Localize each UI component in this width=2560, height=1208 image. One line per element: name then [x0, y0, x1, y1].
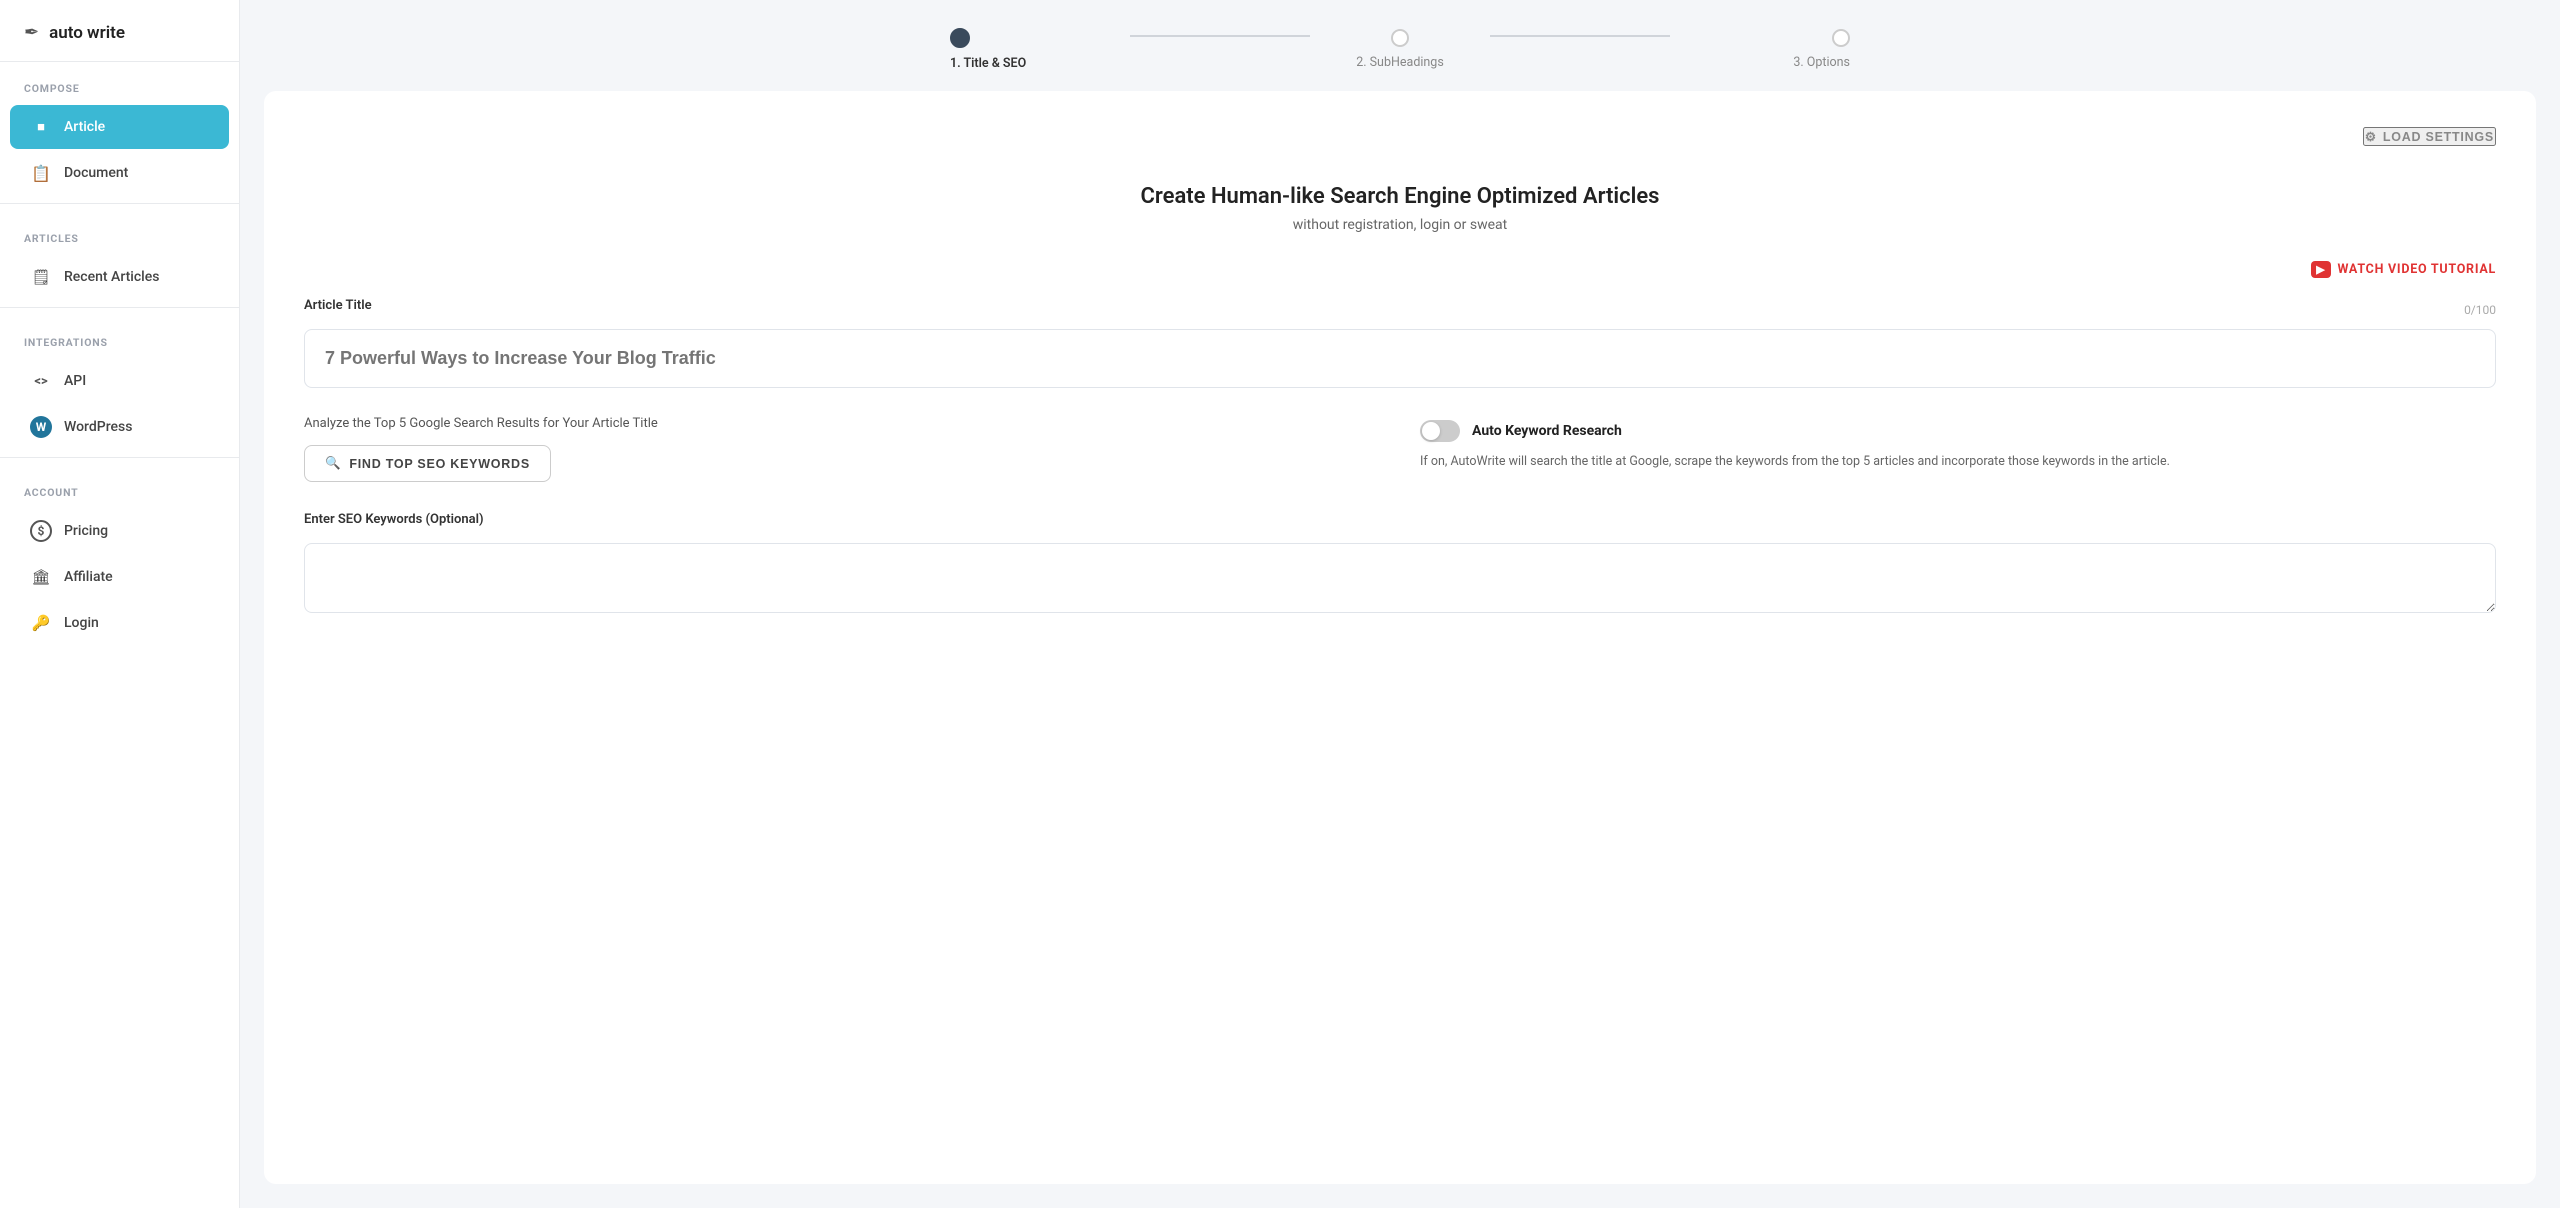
watch-tutorial-btn[interactable]: ▶ WATCH VIDEO TUTORIAL: [304, 261, 2496, 278]
seo-left: Analyze the Top 5 Google Search Results …: [304, 416, 1380, 482]
step-3[interactable]: 3. Options: [1670, 29, 1850, 70]
content-card: ⚙ LOAD SETTINGS Create Human-like Search…: [264, 91, 2536, 1184]
recent-articles-icon: 🗒: [30, 266, 52, 288]
step-2-circle: [1391, 29, 1409, 47]
char-count: 0/100: [2464, 303, 2496, 317]
gear-icon: ⚙: [2365, 129, 2377, 144]
logo-area: ✒ auto write: [0, 0, 239, 62]
sidebar-item-label-pricing: Pricing: [64, 523, 108, 539]
sidebar-item-label-affiliate: Affiliate: [64, 569, 113, 585]
step-1-circle: [950, 28, 970, 48]
article-title-input[interactable]: [304, 329, 2496, 388]
sidebar-item-label-api: API: [64, 373, 86, 389]
auto-keyword-desc: If on, AutoWrite will search the title a…: [1420, 452, 2496, 472]
card-title: Create Human-like Search Engine Optimize…: [304, 184, 2496, 209]
wordpress-icon: W: [30, 416, 52, 438]
sidebar-item-recent-articles[interactable]: 🗒 Recent Articles: [10, 255, 229, 299]
login-icon: 🔑: [30, 612, 52, 634]
card-subtitle: without registration, login or sweat: [304, 217, 2496, 233]
article-title-label: Article Title: [304, 298, 372, 313]
auto-keyword-toggle-row: Auto Keyword Research: [1420, 420, 2496, 442]
step-line-1: [1130, 35, 1310, 37]
seo-right: Auto Keyword Research If on, AutoWrite w…: [1420, 416, 2496, 472]
seo-analyze-text: Analyze the Top 5 Google Search Results …: [304, 416, 1380, 431]
sidebar-item-document[interactable]: 📋 Document: [10, 151, 229, 195]
sidebar-divider-1: [0, 307, 239, 308]
seo-keywords-section: Enter SEO Keywords (Optional): [304, 512, 2496, 617]
search-icon: 🔍: [325, 456, 341, 471]
load-settings-label: LOAD SETTINGS: [2383, 130, 2494, 144]
seo-keywords-label: Enter SEO Keywords (Optional): [304, 512, 2496, 527]
find-keywords-button[interactable]: 🔍 FIND TOP SEO KEYWORDS: [304, 445, 551, 482]
sidebar-item-login[interactable]: 🔑 Login: [10, 601, 229, 645]
sidebar-item-label-document: Document: [64, 165, 128, 181]
step-line-2: [1490, 35, 1670, 37]
sidebar-section-label-0: COMPOSE: [0, 62, 239, 103]
api-icon: <>: [30, 370, 52, 392]
app-title: auto write: [49, 23, 125, 43]
stepper: 1. Title & SEO 2. SubHeadings 3. Options: [950, 28, 1850, 71]
sidebar-item-label-article: Article: [64, 119, 105, 135]
sidebar-section-label-2: INTEGRATIONS: [0, 316, 239, 357]
sidebar: ✒ auto write COMPOSE ■ Article 📋 Document ART…: [0, 0, 240, 1208]
load-settings-button[interactable]: ⚙ LOAD SETTINGS: [2363, 127, 2496, 146]
find-keywords-label: FIND TOP SEO KEYWORDS: [349, 457, 530, 471]
sidebar-item-pricing[interactable]: $ Pricing: [10, 509, 229, 553]
pricing-icon: $: [30, 520, 52, 542]
sidebar-item-label-login: Login: [64, 615, 99, 631]
auto-keyword-toggle[interactable]: [1420, 420, 1460, 442]
sidebar-item-affiliate[interactable]: 🏛 Affiliate: [10, 555, 229, 599]
sidebar-item-label-wordpress: WordPress: [64, 419, 132, 435]
stepper-container: 1. Title & SEO 2. SubHeadings 3. Options: [240, 0, 2560, 91]
affiliate-icon: 🏛: [30, 566, 52, 588]
sidebar-item-article[interactable]: ■ Article: [10, 105, 229, 149]
youtube-icon: ▶: [2311, 261, 2330, 278]
step-1-label: 1. Title & SEO: [950, 56, 1026, 71]
sidebar-item-api[interactable]: <> API: [10, 359, 229, 403]
sidebar-section-label-1: ARTICLES: [0, 212, 239, 253]
sidebar-section-label-3: ACCOUNT: [0, 466, 239, 507]
main-content: 1. Title & SEO 2. SubHeadings 3. Options…: [240, 0, 2560, 1208]
sidebar-item-label-recent-articles: Recent Articles: [64, 269, 159, 285]
seo-row: Analyze the Top 5 Google Search Results …: [304, 416, 2496, 482]
watch-tutorial-label: WATCH VIDEO TUTORIAL: [2338, 262, 2497, 277]
article-icon: ■: [30, 116, 52, 138]
step-2[interactable]: 2. SubHeadings: [1310, 29, 1490, 70]
step-3-circle: [1832, 29, 1850, 47]
document-icon: 📋: [30, 162, 52, 184]
auto-keyword-title: Auto Keyword Research: [1472, 423, 1622, 439]
sidebar-divider-0: [0, 203, 239, 204]
seo-keywords-input[interactable]: [304, 543, 2496, 613]
article-title-label-row: Article Title 0/100: [304, 298, 2496, 321]
step-1[interactable]: 1. Title & SEO: [950, 28, 1130, 71]
logo-icon: ✒: [24, 22, 39, 43]
sidebar-item-wordpress[interactable]: W WordPress: [10, 405, 229, 449]
step-3-label: 3. Options: [1793, 55, 1850, 70]
sidebar-divider-2: [0, 457, 239, 458]
toggle-knob: [1422, 422, 1440, 440]
step-2-label: 2. SubHeadings: [1356, 55, 1444, 70]
